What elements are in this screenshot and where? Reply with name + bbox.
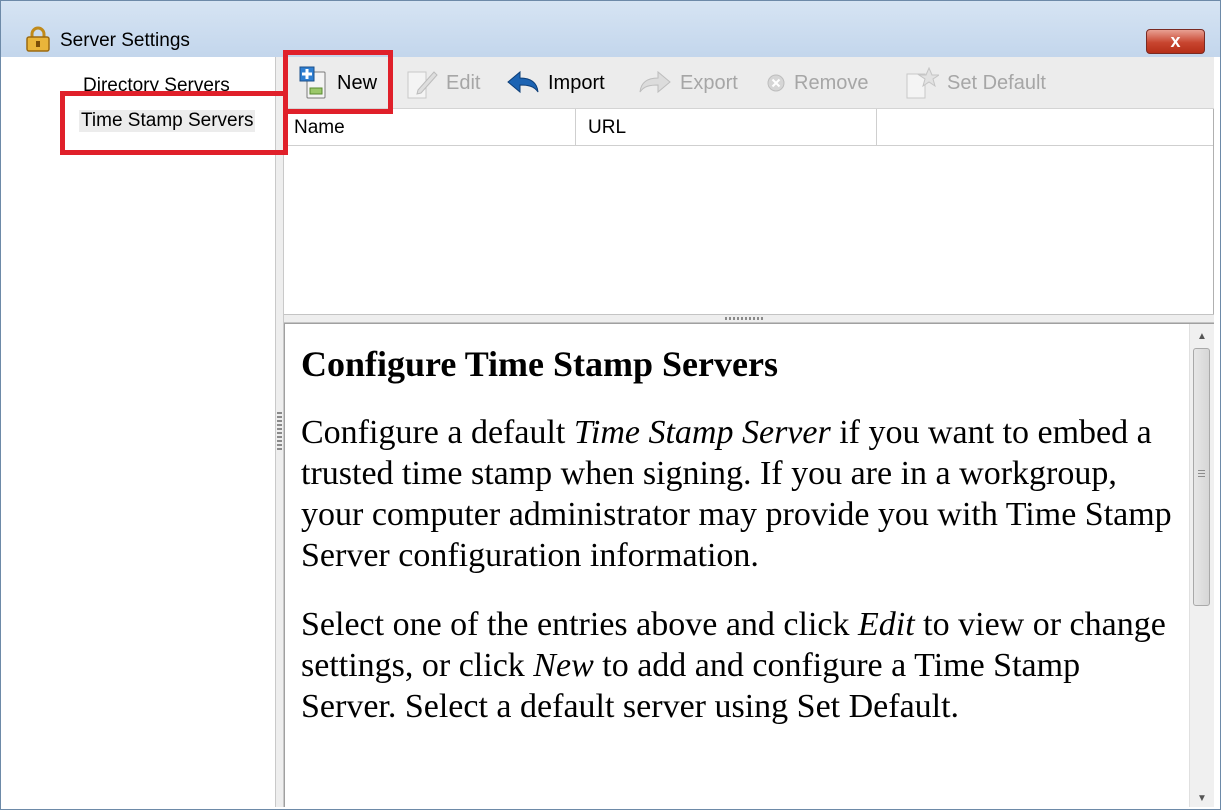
help-paragraph: Select one of the entries above and clic…	[301, 604, 1181, 727]
column-header-name[interactable]: Name	[294, 117, 345, 139]
set-default-button[interactable]: Set Default	[905, 63, 1046, 103]
help-text: Select one of the entries above and clic…	[301, 606, 858, 643]
column-header-url[interactable]: URL	[588, 117, 626, 139]
title-bar: Server Settings x	[1, 1, 1220, 57]
highlight-time-stamp-servers	[60, 91, 288, 155]
scroll-up-arrow-icon[interactable]: ▲	[1190, 326, 1214, 346]
help-emphasis: Time Stamp Server	[573, 414, 831, 451]
help-emphasis: Edit	[858, 606, 915, 643]
set-default-button-label: Set Default	[947, 71, 1046, 94]
import-arrow-icon	[507, 70, 539, 94]
dialog-body: Directory Servers Time Stamp Servers New	[9, 57, 1214, 807]
vertical-splitter[interactable]	[275, 57, 284, 807]
sidebar: Directory Servers Time Stamp Servers	[9, 57, 275, 807]
horizontal-splitter[interactable]	[284, 314, 1214, 323]
remove-button[interactable]: Remove	[766, 63, 868, 103]
splitter-grip	[725, 317, 765, 320]
close-button[interactable]: x	[1146, 29, 1205, 54]
edit-button-label: Edit	[446, 71, 481, 94]
thumb-grip-icon	[1198, 470, 1205, 479]
main-pane: New Edit Import Export Remove Set Defaul…	[284, 57, 1214, 807]
set-default-icon	[906, 66, 939, 99]
edit-icon	[407, 71, 438, 99]
help-content: Configure Time Stamp Servers Configure a…	[301, 342, 1181, 755]
padlock-icon	[24, 26, 52, 52]
column-separator	[575, 109, 576, 145]
export-button[interactable]: Export	[638, 63, 738, 103]
remove-button-label: Remove	[794, 71, 869, 94]
scroll-down-arrow-icon[interactable]: ▼	[1190, 788, 1214, 807]
help-panel: Configure Time Stamp Servers Configure a…	[284, 323, 1214, 807]
window-title: Server Settings	[60, 30, 190, 51]
export-button-label: Export	[680, 71, 738, 94]
column-separator	[876, 109, 877, 145]
remove-icon	[767, 74, 785, 92]
table-header: Name URL	[284, 109, 1213, 146]
help-scrollbar[interactable]: ▲ ▼	[1189, 324, 1214, 807]
servers-table: Name URL	[284, 109, 1214, 314]
help-heading: Configure Time Stamp Servers	[301, 344, 778, 384]
import-button[interactable]: Import	[506, 63, 605, 103]
close-icon: x	[1170, 31, 1181, 51]
help-text: Configure a default	[301, 414, 574, 451]
import-button-label: Import	[548, 71, 605, 94]
splitter-grip	[277, 412, 282, 452]
export-arrow-icon	[639, 70, 671, 94]
scrollbar-thumb[interactable]	[1193, 348, 1210, 606]
edit-button[interactable]: Edit	[406, 63, 480, 103]
help-emphasis: New	[533, 647, 594, 684]
highlight-new-button	[283, 50, 393, 114]
help-paragraph: Configure a default Time Stamp Server if…	[301, 412, 1181, 576]
server-settings-window: Server Settings x Directory Servers Time…	[0, 0, 1221, 810]
toolbar: New Edit Import Export Remove Set Defaul…	[284, 57, 1214, 109]
